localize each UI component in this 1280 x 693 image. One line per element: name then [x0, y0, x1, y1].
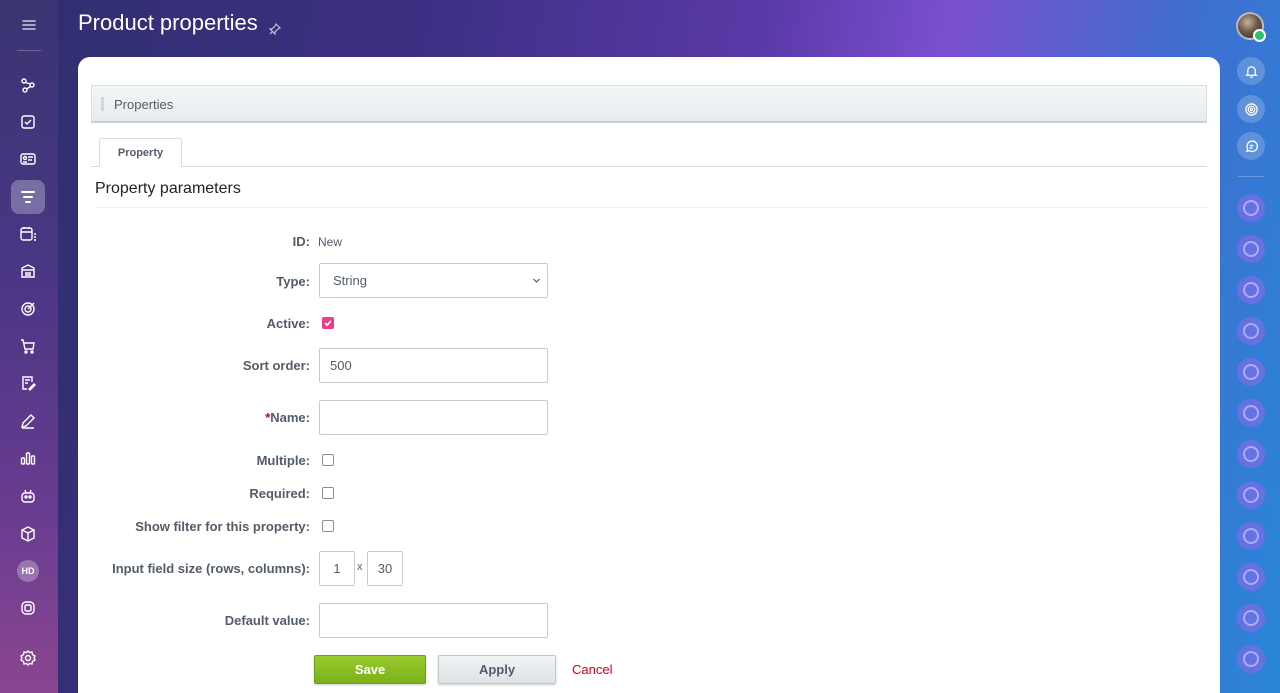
open-line-chat-icon[interactable] — [1237, 522, 1265, 550]
open-line-chat-icon[interactable] — [1237, 358, 1265, 386]
page-title: Product properties — [78, 10, 282, 36]
pin-icon[interactable] — [268, 16, 282, 36]
type-select-value: String — [333, 273, 367, 288]
params-title: Property parameters — [95, 180, 241, 197]
open-line-chat-icon[interactable] — [1237, 194, 1265, 222]
show-filter-checkbox[interactable] — [322, 520, 334, 532]
pen-icon[interactable] — [11, 404, 45, 438]
main-panel: Properties Property Property parameters … — [78, 57, 1220, 693]
avatar[interactable] — [1236, 12, 1266, 42]
calendar-icon[interactable] — [11, 217, 45, 251]
input-size-label: Input field size (rows, columns): — [112, 561, 310, 576]
settings-icon[interactable] — [11, 641, 45, 675]
active-checkbox[interactable] — [322, 317, 334, 329]
drag-handle — [101, 97, 104, 111]
status-online-icon — [1253, 29, 1266, 42]
section-label: Properties — [114, 97, 174, 112]
chevron-down-icon — [533, 278, 540, 283]
tabs-divider — [91, 166, 1207, 167]
tasks-icon[interactable] — [11, 105, 45, 139]
params-divider — [95, 207, 1207, 208]
open-line-chat-icon[interactable] — [1237, 276, 1265, 304]
sort-order-input[interactable] — [319, 348, 548, 383]
id-value: New — [318, 235, 343, 249]
multiple-label: Multiple: — [256, 453, 310, 468]
sidebar-divider — [17, 50, 41, 51]
type-label: Type: — [276, 274, 310, 289]
document-edit-icon[interactable] — [11, 366, 45, 400]
open-line-chat-icon[interactable] — [1237, 235, 1265, 263]
required-label: Required: — [249, 486, 310, 501]
id-label: ID: — [292, 234, 310, 249]
chat-icon[interactable] — [1237, 132, 1265, 160]
crm-icon[interactable] — [11, 68, 45, 102]
type-select[interactable]: String — [319, 263, 548, 298]
default-value-input[interactable] — [319, 603, 548, 638]
save-button[interactable]: Save — [314, 655, 426, 684]
open-line-chat-icon[interactable] — [1237, 399, 1265, 427]
checkmark-icon — [324, 320, 332, 327]
filter-icon[interactable] — [11, 180, 45, 214]
bell-icon[interactable] — [1237, 57, 1265, 85]
active-label: Active: — [266, 316, 310, 331]
multiple-checkbox[interactable] — [322, 454, 334, 466]
chart-icon[interactable] — [11, 441, 45, 475]
box-icon[interactable] — [11, 517, 45, 551]
properties-section-header: Properties — [91, 85, 1207, 123]
open-line-chat-icon[interactable] — [1237, 440, 1265, 468]
cart-icon[interactable] — [11, 329, 45, 363]
open-line-chat-icon[interactable] — [1237, 481, 1265, 509]
open-line-chat-icon[interactable] — [1237, 604, 1265, 632]
open-line-chat-icon[interactable] — [1237, 645, 1265, 673]
copilot-icon[interactable] — [1237, 95, 1265, 123]
rows-input[interactable] — [319, 551, 355, 586]
tab-property[interactable]: Property — [99, 138, 182, 167]
size-separator: x — [357, 561, 363, 573]
left-sidebar: HD — [0, 0, 58, 693]
open-line-chat-icon[interactable] — [1237, 563, 1265, 591]
name-input[interactable] — [319, 400, 548, 435]
target-icon[interactable] — [11, 292, 45, 326]
required-checkbox[interactable] — [322, 487, 334, 499]
store-icon[interactable] — [11, 254, 45, 288]
open-line-chat-icon[interactable] — [1237, 317, 1265, 345]
default-value-label: Default value: — [224, 613, 310, 628]
columns-input[interactable] — [367, 551, 403, 586]
apply-button[interactable]: Apply — [438, 655, 556, 684]
hd-badge[interactable]: HD — [11, 554, 45, 588]
name-label: *Name: — [265, 410, 310, 425]
contact-card-icon[interactable] — [11, 142, 45, 176]
chat-bot-icon[interactable] — [11, 591, 45, 625]
page-title-text: Product properties — [78, 10, 258, 35]
sort-order-label: Sort order: — [242, 358, 310, 373]
right-sidebar — [1220, 0, 1280, 693]
menu-icon[interactable] — [18, 14, 40, 36]
robot-icon[interactable] — [11, 479, 45, 513]
cancel-link[interactable]: Cancel — [572, 655, 612, 684]
show-filter-label: Show filter for this property: — [135, 519, 310, 534]
right-sidebar-divider — [1238, 176, 1264, 177]
